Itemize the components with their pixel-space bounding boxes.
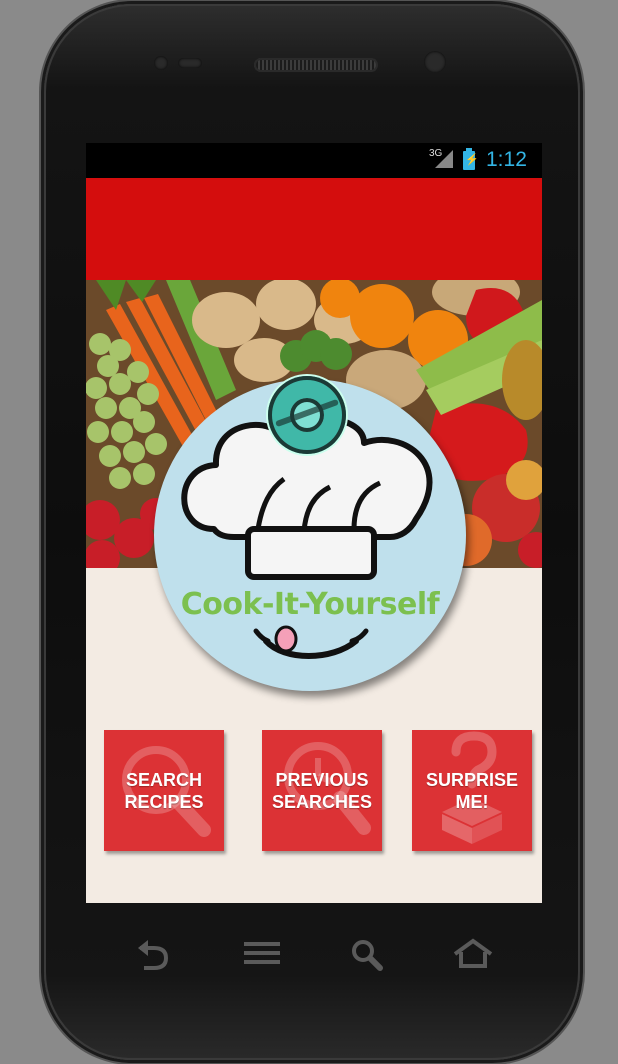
previous-searches-label: PREVIOUS SEARCHES [271,770,373,812]
status-time: 1:12 [486,148,527,171]
front-camera [424,51,446,73]
action-bar [86,178,542,280]
battery-charging-icon: ⚡ [463,148,479,170]
status-bar: 3G ⚡ 1:12 [86,143,542,178]
previous-searches-button[interactable]: PREVIOUS SEARCHES [262,730,382,851]
menu-icon[interactable] [242,938,282,968]
proximity-sensor [154,56,168,70]
home-icon[interactable] [452,938,494,970]
search-recipes-button[interactable]: SEARCH RECIPES [104,730,224,851]
surprise-me-label: SURPRISE ME! [425,770,519,812]
screen: 3G ⚡ 1:12 Cook-It-Yourself SEARCH RECIPE… [86,143,542,903]
app-logo-text: Cook-It-Yourself [180,587,440,622]
light-sensor [178,58,202,68]
search-recipes-label: SEARCH RECIPES [124,770,204,812]
earpiece-speaker [254,58,378,72]
back-icon[interactable] [136,938,172,972]
camera-lens-icon [268,376,346,454]
surprise-me-button[interactable]: SURPRISE ME! [412,730,532,851]
search-icon[interactable] [350,938,384,972]
signal-icon [435,150,453,168]
